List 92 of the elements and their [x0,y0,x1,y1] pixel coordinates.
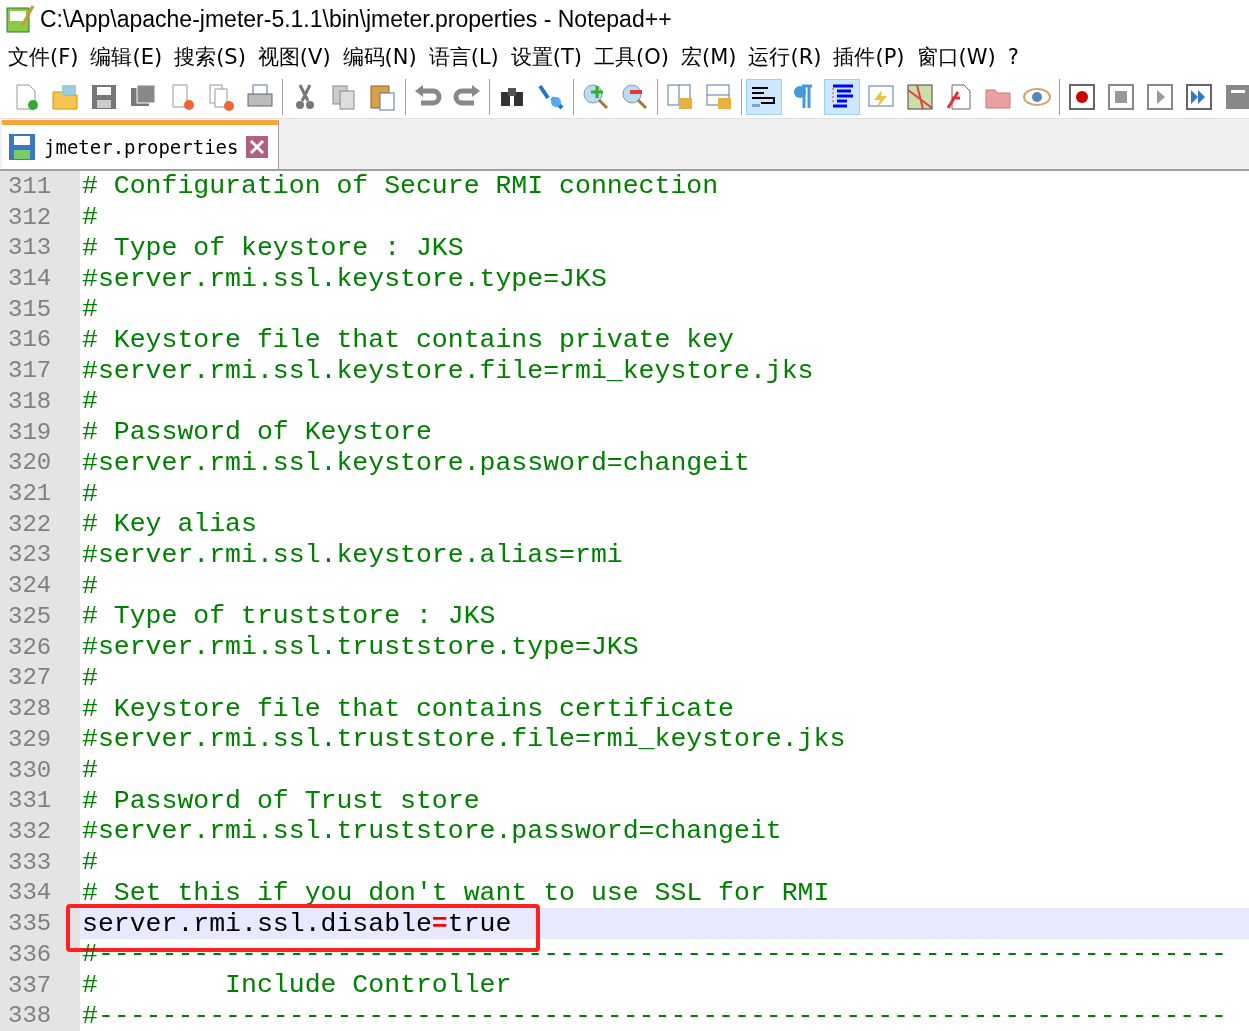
line-number: 317 [7,357,53,385]
comment-text: # [81,478,98,509]
comment-text: # [81,202,98,233]
comment-text: #----------------------------------------------------------------------- [81,1000,1227,1031]
line-number: 318 [7,387,53,415]
menu-item[interactable]: 编辑(E) [86,43,171,71]
comment-text: # Include Controller [81,970,512,1001]
comment-text: # [81,755,98,785]
comment-text: #server.rmi.ssl.truststore.password=changeit [81,816,782,847]
menu-item[interactable]: 插件(P) [829,43,913,71]
comment-text: # Set this if you don't want to use SSL for RMI [81,877,830,908]
paste-icon [368,82,398,112]
comment-text: #server.rmi.ssl.keystore.type=JKS [81,263,607,294]
line-number: 315 [7,295,53,323]
menu-item[interactable]: ? [1003,45,1027,69]
function-list-icon [944,82,974,112]
play-icon [1145,82,1175,112]
comment-text: # Keystore file that contains private key [81,324,734,355]
menu-item[interactable]: 文件(F) [4,43,87,71]
comment-text: # [81,662,98,693]
fast-forward-icon [1184,82,1214,112]
comment-text: # Type of keystore : JKS [81,232,464,263]
menu-item[interactable]: 视图(V) [253,43,339,71]
line-number: 330 [7,756,53,784]
line-number: 337 [7,971,53,999]
comment-text: #server.rmi.ssl.keystore.file=rmi_keystore.jks [81,355,814,386]
line-number: 321 [7,480,53,508]
record-icon [1067,82,1097,112]
line-number: 311 [7,172,53,200]
replace-icon [536,82,566,112]
line-number: 314 [7,265,53,292]
menu-item[interactable]: 窗口(W) [912,43,1004,71]
line-number: 335 [7,910,53,938]
save-macro-icon [1223,82,1249,112]
line-number: 325 [7,602,53,630]
menu-item[interactable]: 设置(T) [506,43,591,71]
file-tab[interactable]: jmeter.properties [2,120,280,169]
line-number: 336 [7,940,53,968]
close-icon[interactable] [246,136,269,158]
save-icon [8,133,36,161]
stop-icon [1106,82,1136,112]
line-number: 312 [7,203,53,231]
line-number: 326 [7,633,53,661]
menu-item[interactable]: 编码(N) [338,43,425,71]
close-all-icon [206,82,236,112]
comment-text: #----------------------------------------------------------------------- [81,939,1227,970]
comment-text: #server.rmi.ssl.truststore.type=JKS [81,632,639,663]
line-number: 331 [7,787,53,815]
window-title: C:\App\apache-jmeter-5.1.1\bin\jmeter.properties - Notepad++ [40,5,672,33]
zoom-out-icon [620,82,650,112]
menu-item[interactable]: 搜索(S) [170,43,254,71]
line-number: 328 [7,695,53,723]
zoom-in-icon [581,82,611,112]
line-number: 323 [7,541,53,569]
line-number: 320 [7,449,53,477]
menu-item[interactable]: 工具(O) [590,43,677,71]
comment-text: # Keystore file that contains certificate [81,693,734,724]
comment-text: #server.rmi.ssl.truststore.file=rmi_keystore.jks [81,724,846,755]
line-number: 319 [7,418,53,446]
line-number: 327 [7,664,53,692]
comment-text: # Password of Trust store [81,785,480,816]
comment-text: # Type of truststore : JKS [81,601,496,632]
menu-item[interactable]: 宏(M) [676,43,745,71]
comment-text: # Key alias [81,509,257,540]
comment-text: # [81,570,98,601]
save-icon [89,82,119,112]
toolbar-button[interactable] [746,79,782,115]
line-number: 334 [7,879,53,907]
line-number: 332 [7,817,53,845]
comment-text: # [81,847,98,878]
property-text: server.rmi.ssl.disable=true [81,908,512,939]
line-number: 338 [7,1002,53,1030]
line-number: 333 [7,848,53,876]
menu-item[interactable]: 语言(L) [424,43,507,71]
line-number: 324 [7,572,53,600]
menu-item[interactable]: 运行(R) [744,43,830,71]
folder-icon [50,82,80,112]
comment-text: #server.rmi.ssl.keystore.password=changeit [81,447,750,478]
toolbar-button[interactable] [824,79,860,115]
lock-window-icon [704,82,734,112]
comment-text: # [81,294,98,325]
comment-text: # [81,386,98,417]
line-number: 329 [7,725,53,753]
lock-window-icon [665,82,695,112]
notepad-icon [6,4,34,34]
comment-text: #server.rmi.ssl.keystore.alias=rmi [81,540,623,570]
line-number: 316 [7,326,53,354]
line-number: 313 [7,234,53,262]
comment-text: # Configuration of Secure RMI connection [81,171,719,202]
map-icon [905,82,935,112]
comment-text: # Password of Keystore [81,417,432,448]
line-number: 322 [7,510,53,538]
